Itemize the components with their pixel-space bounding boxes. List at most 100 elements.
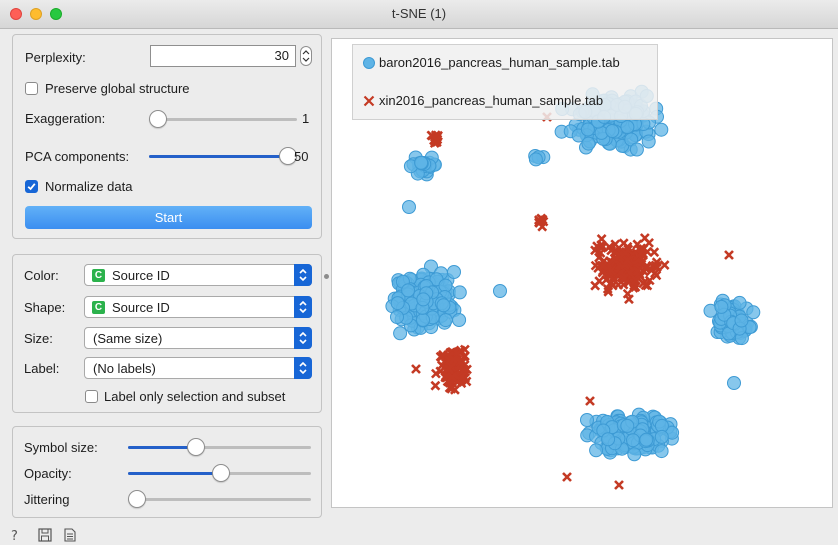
title-bar: t-SNE (1) xyxy=(0,0,838,29)
exaggeration-label: Exaggeration: xyxy=(25,111,106,126)
perplexity-label: Perplexity: xyxy=(25,50,86,65)
color-combo-value: Source ID xyxy=(112,268,170,283)
scatter-point-baron xyxy=(447,265,461,279)
start-button[interactable]: Start xyxy=(25,206,312,229)
status-bar: ? xyxy=(0,524,838,545)
pca-slider-fill xyxy=(149,155,288,158)
scatter-point-xin xyxy=(562,472,572,482)
symbol-size-slider-handle[interactable] xyxy=(187,438,206,456)
appearance-box: Symbol size: Opacity: Jittering xyxy=(12,426,322,518)
scatter-point-baron xyxy=(654,444,669,459)
scatter-point-baron xyxy=(393,326,408,341)
opacity-slider-fill xyxy=(128,472,222,475)
perplexity-stepper[interactable] xyxy=(300,46,312,66)
scatter-point-baron xyxy=(589,443,604,458)
pca-components-label: PCA components: xyxy=(25,149,130,164)
scatter-point-baron xyxy=(414,155,429,170)
save-icon[interactable] xyxy=(38,528,52,542)
cross-marker-icon xyxy=(363,95,375,107)
opacity-label: Opacity: xyxy=(24,466,72,481)
jittering-slider-handle[interactable] xyxy=(128,490,146,508)
legend-item-xin: xin2016_pancreas_human_sample.tab xyxy=(379,93,604,108)
scatter-point-baron xyxy=(626,433,640,448)
label-only-selection-label: Label only selection and subset xyxy=(104,389,286,404)
size-combo-value: (Same size) xyxy=(93,331,163,346)
scatter-point-baron xyxy=(580,122,595,137)
exaggeration-value: 1 xyxy=(302,111,310,126)
scatter-point-xin xyxy=(590,280,601,291)
pca-components-value: 50 xyxy=(294,149,309,164)
help-icon[interactable]: ? xyxy=(9,527,23,543)
shape-combo[interactable]: C Source ID xyxy=(84,296,312,318)
label-combo[interactable]: (No labels) xyxy=(84,357,312,379)
scatter-point-baron xyxy=(416,312,430,327)
scatter-point-baron xyxy=(654,429,669,444)
scatter-point-xin xyxy=(596,233,607,244)
circle-marker-icon xyxy=(363,57,375,69)
scatter-point-baron xyxy=(402,200,416,214)
scatter-point-baron xyxy=(438,313,453,328)
scatter-point-baron xyxy=(734,313,749,328)
jittering-slider-track[interactable] xyxy=(128,498,311,501)
label-only-selection-checkbox[interactable] xyxy=(85,390,98,403)
label-combo-value: (No labels) xyxy=(93,361,156,376)
label-label: Label: xyxy=(24,361,60,376)
scatter-point-baron xyxy=(493,284,507,298)
scatter-point-baron xyxy=(746,305,761,320)
size-label: Size: xyxy=(24,331,53,346)
exaggeration-slider-track[interactable] xyxy=(149,118,297,121)
jittering-label: Jittering xyxy=(24,492,70,507)
scatter-point-xin xyxy=(585,396,595,406)
scatter-point-baron xyxy=(452,313,467,327)
scatter-point-baron xyxy=(601,432,616,447)
perplexity-spinbox[interactable]: 30 xyxy=(150,45,296,67)
scatter-point-xin xyxy=(411,364,421,374)
scatter-point-baron xyxy=(641,134,656,149)
scatter-point-baron xyxy=(605,124,620,138)
scatter-point-baron xyxy=(390,296,405,311)
scatter-point-baron xyxy=(714,299,729,314)
scatter-point-baron xyxy=(629,142,644,157)
scatter-point-baron xyxy=(727,376,741,390)
scatter-point-baron xyxy=(732,295,747,310)
scatter-point-xin xyxy=(430,380,441,391)
splitter-handle[interactable] xyxy=(324,274,329,279)
chevron-updown-icon xyxy=(294,264,312,286)
symbol-size-slider-fill xyxy=(128,446,197,449)
parameters-box: Perplexity: 30 Preserve global structure… xyxy=(12,34,322,239)
scatter-point-baron xyxy=(627,447,642,462)
color-combo[interactable]: C Source ID xyxy=(84,264,312,286)
scatter-point-baron xyxy=(580,413,594,427)
preserve-global-label: Preserve global structure xyxy=(45,81,190,96)
size-combo[interactable]: (Same size) xyxy=(84,327,312,349)
scatter-point-baron xyxy=(581,136,596,151)
scatter-point-baron xyxy=(390,310,404,324)
symbol-size-label: Symbol size: xyxy=(24,440,98,455)
scatter-point-xin xyxy=(724,250,734,260)
color-label: Color: xyxy=(24,268,59,283)
opacity-slider-handle[interactable] xyxy=(212,464,231,482)
report-icon[interactable] xyxy=(64,528,76,542)
window-title: t-SNE (1) xyxy=(391,6,447,21)
normalize-data-checkbox[interactable] xyxy=(25,180,38,193)
scatter-point-xin xyxy=(639,233,650,243)
scatter-point-baron xyxy=(436,298,451,313)
chevron-updown-icon xyxy=(294,327,312,349)
scatter-point-xin xyxy=(614,480,624,490)
preserve-global-checkbox[interactable] xyxy=(25,82,38,95)
plot-legend[interactable]: baron2016_pancreas_human_sample.tab xin2… xyxy=(352,44,658,120)
chevron-updown-icon xyxy=(294,296,312,318)
legend-item-baron: baron2016_pancreas_human_sample.tab xyxy=(379,55,620,70)
shape-combo-value: Source ID xyxy=(112,300,170,315)
svg-text:?: ? xyxy=(11,529,18,543)
scatter-point-baron xyxy=(528,152,543,167)
scatter-point-xin xyxy=(659,260,670,270)
shape-label: Shape: xyxy=(24,300,66,315)
scatter-point-baron xyxy=(639,432,654,447)
exaggeration-slider-handle[interactable] xyxy=(149,110,167,128)
scatter-point-baron xyxy=(452,285,467,300)
scatter-point-baron xyxy=(401,283,416,298)
scatter-point-baron xyxy=(620,418,635,433)
normalize-data-label: Normalize data xyxy=(45,179,133,194)
chevron-updown-icon xyxy=(294,357,312,379)
